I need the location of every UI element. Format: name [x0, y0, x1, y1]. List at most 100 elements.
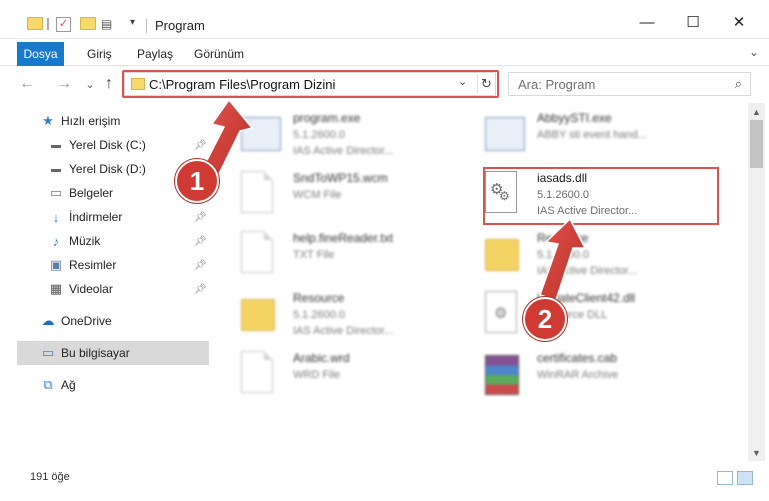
file-description: IAS Active Director... — [537, 265, 638, 277]
file-type: TXT File — [293, 249, 335, 261]
sidebar-item-label: Yerel Disk (D:) — [69, 162, 146, 176]
file-item[interactable]: ⚙ UpdateClient42.dll Resource DLL — [485, 287, 725, 345]
document-icon — [241, 171, 273, 213]
step-badge-1: 1 — [175, 159, 219, 203]
folder-icon — [27, 17, 43, 30]
sidebar-item-label: Yerel Disk (C:) — [69, 138, 146, 152]
pin-icon[interactable]: 📌︎ — [194, 260, 207, 271]
file-description: IAS Active Director... — [293, 145, 394, 157]
file-description: ABBY sti event hand... — [537, 129, 647, 141]
file-name: Arabic.wrd — [293, 351, 350, 365]
sidebar-item-videos[interactable]: ▦ Videolar 📌︎ — [0, 277, 210, 301]
file-item[interactable]: program.exe 5.1.2600.0 IAS Active Direct… — [241, 107, 481, 165]
file-item[interactable]: help.fineReader.txt TXT File — [241, 227, 481, 285]
music-icon: ♪ — [52, 233, 60, 249]
sidebar-item-label: Resimler — [69, 258, 117, 272]
sidebar-item-label: İndirmeler — [69, 210, 123, 224]
up-button[interactable]: ↑ — [99, 74, 119, 94]
file-item[interactable]: Resource 5.1.2600.0 IAS Active Director.… — [241, 287, 481, 345]
sidebar-item-pictures[interactable]: ▣ Resimler 📌︎ — [0, 253, 210, 277]
sidebar-item-quick-access[interactable]: ★ Hızlı erişim — [0, 109, 210, 133]
sidebar-item-downloads[interactable]: ↓ İndirmeler 📌︎ — [0, 205, 210, 229]
network-icon: ⧉ — [43, 377, 53, 392]
window-title: Program — [155, 18, 205, 33]
navigation-pane: ★ Hızlı erişim ▬ Yerel Disk (C:) 📌︎ ▬ Ye… — [0, 103, 212, 461]
tab-file[interactable]: Dosya — [17, 42, 64, 66]
file-item[interactable]: Resource 5.1.2600.0 IAS Active Director.… — [485, 227, 725, 285]
minimize-button[interactable]: — — [624, 8, 670, 36]
tab-share[interactable]: Paylaş — [137, 42, 173, 66]
item-count: 191 öğe — [30, 471, 70, 483]
gear-icon: ⚙ — [494, 305, 508, 322]
file-item[interactable]: AbbyySTI.exe ABBY sti event hand... — [485, 107, 725, 165]
details-view-icon[interactable] — [717, 471, 733, 485]
exe-file-icon — [485, 117, 525, 151]
quick-access-dropdown-icon[interactable]: ▾ — [130, 17, 135, 33]
scroll-up-icon[interactable]: ▲ — [748, 103, 765, 120]
address-highlight — [122, 70, 499, 98]
properties-icon[interactable]: ✓ — [56, 17, 71, 32]
sidebar-item-music[interactable]: ♪ Müzik 📌︎ — [0, 229, 210, 253]
ribbon-tabs: Dosya Giriş Paylaş Görünüm ⌄ — [0, 42, 769, 66]
title-bar: ✓ ▤ ▾ Program — ☐ ✕ — [0, 0, 769, 39]
exe-file-icon — [241, 117, 281, 151]
file-list: program.exe 5.1.2600.0 IAS Active Direct… — [215, 103, 745, 461]
file-description: IAS Active Director... — [293, 325, 394, 337]
scroll-down-icon[interactable]: ▼ — [748, 444, 765, 461]
sidebar-item-label: Hızlı erişim — [61, 114, 121, 128]
file-item[interactable]: certificates.cab WinRAR Archive — [485, 347, 725, 405]
separator — [47, 18, 49, 30]
document-icon — [241, 351, 273, 393]
pin-icon[interactable]: 📌︎ — [194, 140, 207, 151]
file-name: certificates.cab — [537, 351, 618, 365]
pin-icon[interactable]: 📌︎ — [194, 212, 207, 223]
large-icons-view-icon[interactable] — [737, 471, 753, 485]
pictures-icon: ▣ — [49, 257, 63, 272]
close-button[interactable]: ✕ — [716, 8, 762, 36]
sidebar-item-this-pc[interactable]: ▭ Bu bilgisayar — [17, 341, 209, 365]
recent-locations-button[interactable]: ⌄ — [80, 74, 100, 94]
address-row: ← → ⌄ ↑ C:\Program Files\Program Dizini … — [0, 66, 769, 102]
search-icon[interactable]: ⌕ — [735, 76, 742, 92]
file-item[interactable]: Arabic.wrd WRD File — [241, 347, 481, 405]
scroll-thumb[interactable] — [750, 120, 763, 168]
search-input[interactable]: Ara: Program ⌕ — [508, 72, 751, 96]
title-separator — [146, 19, 147, 33]
status-bar: 191 öğe — [0, 463, 769, 487]
videos-icon: ▦ — [49, 281, 63, 296]
vertical-scrollbar[interactable]: ▲ ▼ — [748, 103, 765, 461]
pin-icon[interactable]: 📌︎ — [194, 284, 207, 295]
file-type: WRD File — [293, 369, 341, 381]
sidebar-item-label: Belgeler — [69, 186, 114, 200]
step-badge-2: 2 — [523, 297, 567, 341]
folder-icon — [241, 299, 275, 331]
new-folder-icon[interactable] — [80, 17, 96, 30]
sidebar-item-label: Ağ — [61, 378, 76, 392]
dll-file-icon: ⚙ — [485, 291, 517, 333]
maximize-button[interactable]: ☐ — [670, 8, 716, 36]
file-type: WCM File — [293, 189, 342, 201]
customize-icon[interactable]: ▤ — [101, 17, 115, 33]
file-name: help.fineReader.txt — [293, 231, 394, 245]
document-icon — [241, 231, 273, 273]
sidebar-item-network[interactable]: ⧉ Ağ — [0, 373, 210, 397]
star-icon: ★ — [42, 113, 54, 128]
tab-home[interactable]: Giriş — [87, 42, 112, 66]
file-item[interactable]: SndToWP15.wcm WCM File — [241, 167, 481, 225]
file-type: WinRAR Archive — [537, 369, 619, 381]
expand-ribbon-icon[interactable]: ⌄ — [749, 45, 759, 59]
folder-icon — [485, 239, 519, 271]
documents-icon: ▭ — [49, 185, 63, 200]
back-button[interactable]: ← — [17, 74, 37, 94]
pin-icon[interactable]: 📌︎ — [194, 236, 207, 247]
drive-icon: ▬ — [51, 139, 61, 151]
file-version: 5.1.2600.0 — [293, 309, 345, 321]
sidebar-item-onedrive[interactable]: ☁ OneDrive — [0, 309, 210, 333]
sidebar-item-label: OneDrive — [61, 314, 112, 328]
file-name: SndToWP15.wcm — [293, 171, 388, 185]
tab-view[interactable]: Görünüm — [194, 42, 244, 66]
sidebar-item-disk-c[interactable]: ▬ Yerel Disk (C:) 📌︎ — [0, 133, 210, 157]
forward-button[interactable]: → — [54, 74, 74, 94]
computer-icon: ▭ — [41, 345, 55, 360]
sidebar-item-label: Müzik — [69, 234, 101, 248]
